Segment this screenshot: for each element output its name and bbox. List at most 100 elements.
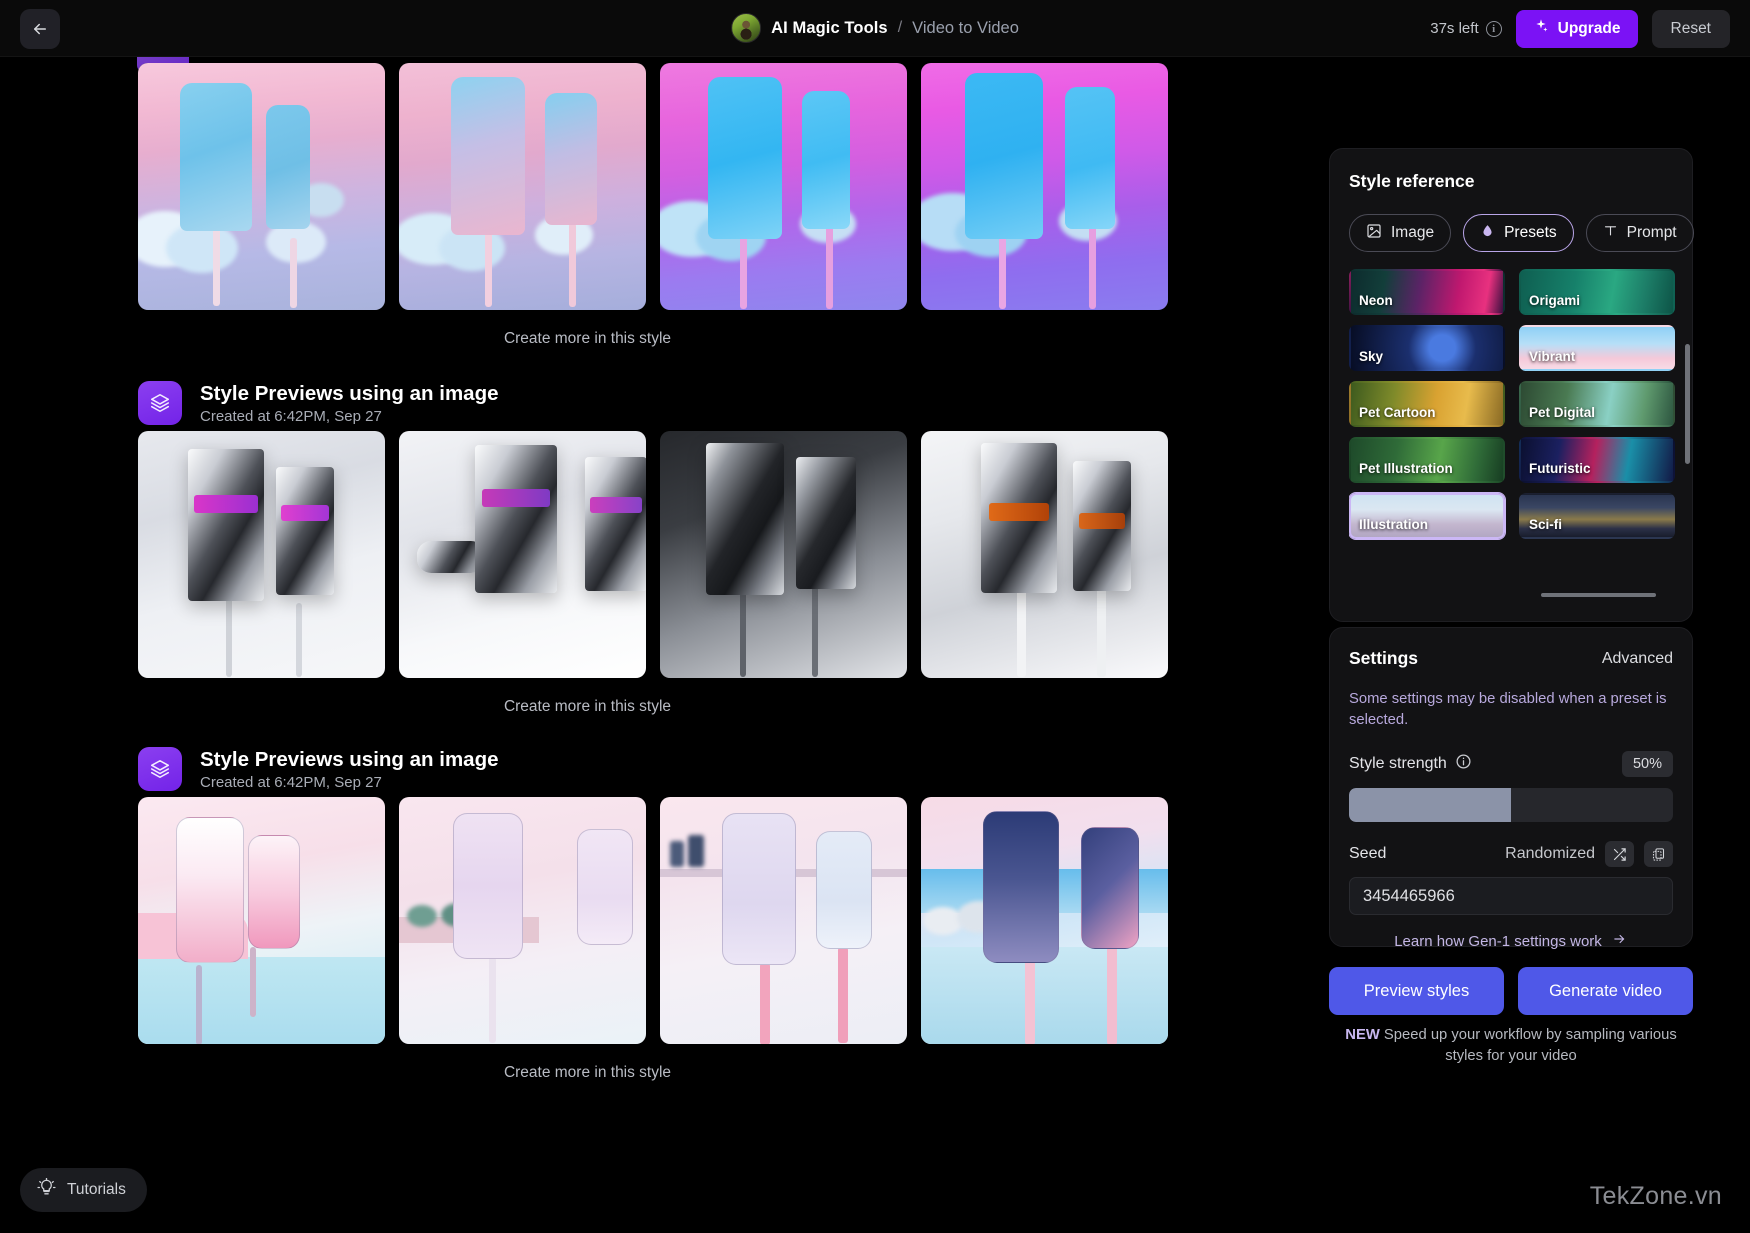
result-thumbnail[interactable]: [399, 797, 646, 1044]
result-group-2: Style Previews using an image Created at…: [0, 375, 1310, 716]
preset-sky[interactable]: Sky: [1349, 325, 1505, 371]
watermark: TekZone.vn: [1590, 1182, 1722, 1211]
results-scroll-area[interactable]: Create more in this style Style Previews…: [0, 57, 1310, 1233]
result-thumbnail[interactable]: [660, 431, 907, 678]
generate-video-label: Generate video: [1549, 982, 1662, 1001]
sparkle-icon: [1533, 18, 1549, 39]
copy-icon[interactable]: [1644, 841, 1673, 867]
breadcrumb-separator: /: [898, 19, 902, 37]
advanced-link[interactable]: Advanced: [1602, 650, 1673, 668]
shuffle-icon[interactable]: [1605, 841, 1634, 867]
layers-icon: [138, 381, 182, 425]
settings-title: Settings: [1349, 648, 1418, 669]
result-thumbnail[interactable]: [660, 63, 907, 310]
preset-vibrant[interactable]: Vibrant: [1519, 325, 1675, 371]
style-source-tabs: Image Presets Prompt: [1349, 214, 1673, 252]
page-title: Video to Video: [912, 19, 1019, 38]
new-feature-text: Speed up your workflow by sampling vario…: [1380, 1027, 1677, 1064]
group-header: Style Previews using an image Created at…: [0, 375, 1310, 431]
back-button[interactable]: [20, 9, 60, 49]
create-more-link[interactable]: Create more in this style: [25, 310, 1150, 348]
tab-presets[interactable]: Presets: [1463, 214, 1574, 252]
arrow-left-icon: [31, 20, 49, 38]
tab-image-label: Image: [1391, 224, 1434, 242]
preset-neon[interactable]: Neon: [1349, 269, 1505, 315]
thumbnail-row-1: [0, 63, 1310, 310]
result-thumbnail[interactable]: [921, 797, 1168, 1044]
brand-label[interactable]: AI Magic Tools: [771, 19, 888, 38]
group-header: Style Previews using an image Created at…: [0, 741, 1310, 797]
presets-scroll-container[interactable]: Neon Origami Sky Vibrant Pet Cartoon Pet…: [1349, 269, 1675, 599]
seed-mode-label: Randomized: [1505, 845, 1595, 863]
time-left-indicator: 37s left i: [1430, 20, 1501, 37]
new-feature-note: NEW Speed up your workflow by sampling v…: [1329, 1025, 1693, 1067]
group-timestamp: Created at 6:42PM, Sep 27: [200, 774, 499, 791]
result-group-1: Create more in this style: [0, 63, 1310, 348]
preset-origami[interactable]: Origami: [1519, 269, 1675, 315]
thumbnail-row-2: [0, 431, 1310, 678]
reset-button[interactable]: Reset: [1652, 10, 1731, 48]
seed-value: 3454465966: [1363, 887, 1455, 906]
result-thumbnail[interactable]: [660, 797, 907, 1044]
layers-icon: [138, 747, 182, 791]
info-icon[interactable]: i: [1486, 21, 1502, 37]
result-thumbnail[interactable]: [138, 431, 385, 678]
info-icon[interactable]: [1455, 753, 1472, 775]
style-strength-value: 50%: [1622, 751, 1673, 777]
preset-label: Neon: [1359, 293, 1393, 308]
preset-label: Futuristic: [1529, 461, 1591, 476]
preset-label: Sci-fi: [1529, 517, 1562, 532]
seed-row: Seed Randomized: [1349, 841, 1673, 867]
preset-illustration[interactable]: Illustration: [1349, 493, 1505, 539]
top-bar-actions: 37s left i Upgrade Reset: [1430, 0, 1730, 57]
create-more-link[interactable]: Create more in this style: [25, 678, 1150, 716]
upgrade-button[interactable]: Upgrade: [1516, 10, 1638, 48]
preset-sci-fi[interactable]: Sci-fi: [1519, 493, 1675, 539]
top-bar: AI Magic Tools / Video to Video 37s left…: [0, 0, 1750, 57]
preview-styles-button[interactable]: Preview styles: [1329, 967, 1504, 1015]
result-thumbnail[interactable]: [399, 63, 646, 310]
generate-video-button[interactable]: Generate video: [1518, 967, 1693, 1015]
preset-label: Origami: [1529, 293, 1580, 308]
style-strength-slider[interactable]: [1349, 788, 1673, 822]
style-strength-label: Style strength: [1349, 755, 1447, 773]
learn-settings-link[interactable]: Learn how Gen-1 settings work: [1349, 932, 1673, 950]
reset-label: Reset: [1671, 20, 1712, 38]
time-left-label: 37s left: [1430, 20, 1478, 37]
upgrade-label: Upgrade: [1558, 20, 1621, 38]
result-thumbnail[interactable]: [921, 63, 1168, 310]
result-thumbnail[interactable]: [138, 797, 385, 1044]
tab-image[interactable]: Image: [1349, 214, 1451, 252]
lightbulb-icon: [37, 1178, 56, 1202]
action-buttons: Preview styles Generate video: [1329, 967, 1693, 1015]
tab-prompt-label: Prompt: [1627, 224, 1677, 242]
result-thumbnail[interactable]: [138, 63, 385, 310]
new-badge: NEW: [1345, 1027, 1380, 1043]
create-more-link[interactable]: Create more in this style: [25, 1044, 1150, 1082]
settings-disabled-note: Some settings may be disabled when a pre…: [1349, 689, 1673, 731]
preset-futuristic[interactable]: Futuristic: [1519, 437, 1675, 483]
presets-horizontal-scrollbar[interactable]: [1541, 593, 1656, 597]
droplet-icon: [1480, 223, 1495, 244]
learn-settings-label: Learn how Gen-1 settings work: [1394, 933, 1602, 950]
right-sidebar: Style reference Image Presets: [1310, 57, 1750, 1233]
type-t-icon: [1603, 223, 1618, 243]
tab-prompt[interactable]: Prompt: [1586, 214, 1694, 252]
preset-label: Sky: [1359, 349, 1383, 364]
preset-label: Pet Cartoon: [1359, 405, 1436, 420]
result-thumbnail[interactable]: [921, 431, 1168, 678]
presets-vertical-scrollbar[interactable]: [1685, 344, 1690, 464]
settings-panel: Settings Advanced Some settings may be d…: [1329, 627, 1693, 947]
preview-styles-label: Preview styles: [1364, 982, 1469, 1001]
preset-pet-illustration[interactable]: Pet Illustration: [1349, 437, 1505, 483]
avatar[interactable]: [731, 13, 761, 43]
seed-input[interactable]: 3454465966: [1349, 877, 1673, 915]
breadcrumb: AI Magic Tools / Video to Video: [731, 0, 1019, 57]
preset-pet-cartoon[interactable]: Pet Cartoon: [1349, 381, 1505, 427]
preset-pet-digital[interactable]: Pet Digital: [1519, 381, 1675, 427]
group-timestamp: Created at 6:42PM, Sep 27: [200, 408, 499, 425]
tutorials-button[interactable]: Tutorials: [20, 1168, 147, 1212]
image-icon: [1366, 223, 1382, 244]
preset-label: Pet Illustration: [1359, 461, 1453, 476]
result-thumbnail[interactable]: [399, 431, 646, 678]
